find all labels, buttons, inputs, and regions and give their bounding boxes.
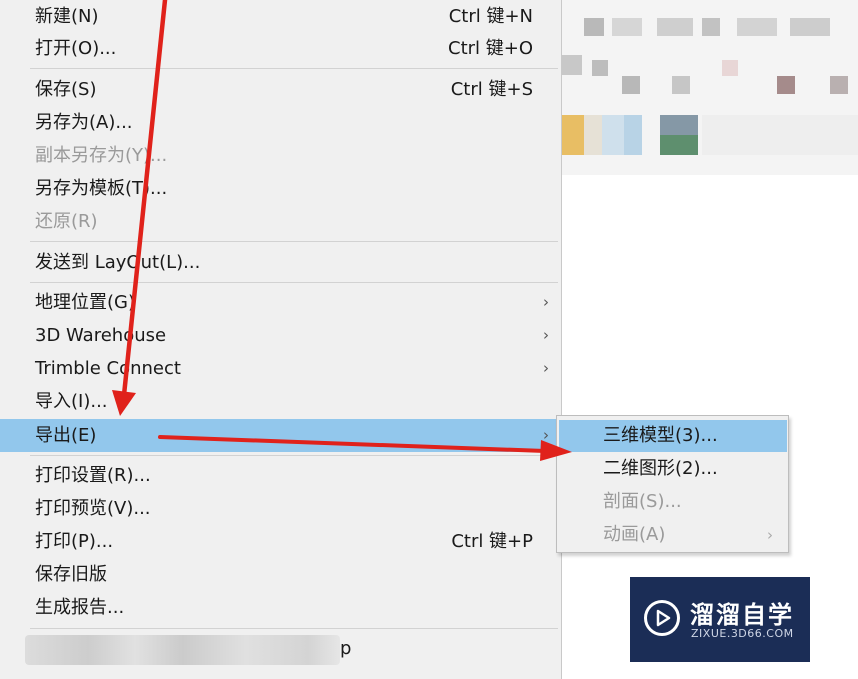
menu-item-label: 生成报告... xyxy=(35,597,125,618)
menu-item-revert: 还原(R) xyxy=(0,205,561,238)
menu-item-label-tail: p xyxy=(340,638,352,659)
menu-item-label: 新建(N) xyxy=(35,6,99,27)
menu-separator xyxy=(30,282,558,283)
blurred-swatch xyxy=(584,115,602,155)
menu-item-label: 打印(P)... xyxy=(35,531,114,552)
menu-item-3d-warehouse[interactable]: 3D Warehouse › xyxy=(0,319,561,352)
menu-item-shortcut: Ctrl 键+N xyxy=(448,6,533,27)
blurred-swatch xyxy=(624,115,642,155)
menu-item-label: Trimble Connect xyxy=(35,358,181,379)
blurred-swatch xyxy=(722,60,738,76)
menu-item-print-preview[interactable]: 打印预览(V)... xyxy=(0,492,561,525)
menu-item-shortcut: Ctrl 键+S xyxy=(450,79,533,100)
blurred-swatch xyxy=(790,18,830,36)
menu-item-save-as-template[interactable]: 另存为模板(T)... xyxy=(0,172,561,205)
menu-item-label: 导出(E) xyxy=(35,425,97,446)
blurred-swatch xyxy=(602,115,624,155)
menu-item-label: 发送到 LayOut(L)... xyxy=(35,252,201,273)
blurred-swatch xyxy=(702,115,858,155)
blurred-swatch xyxy=(562,55,582,75)
menu-item-open[interactable]: 打开(O)... Ctrl 键+O xyxy=(0,32,561,65)
chevron-right-icon: › xyxy=(767,526,773,544)
blurred-swatch xyxy=(562,115,584,155)
menu-item-blurred[interactable]: p xyxy=(0,632,561,665)
menu-item-save-copy-as: 副本另存为(Y)... xyxy=(0,139,561,172)
submenu-item-label: 剖面(S)... xyxy=(603,491,682,512)
blurred-swatch xyxy=(672,76,690,94)
chevron-right-icon: › xyxy=(543,359,549,377)
menu-item-import[interactable]: 导入(I)... xyxy=(0,385,561,418)
submenu-item-section: 剖面(S)... xyxy=(559,486,787,518)
menu-item-save-as[interactable]: 另存为(A)... xyxy=(0,106,561,139)
menu-item-label: 打开(O)... xyxy=(35,38,117,59)
menu-item-trimble-connect[interactable]: Trimble Connect › xyxy=(0,352,561,385)
play-circle-icon xyxy=(644,600,680,636)
menu-item-label: 还原(R) xyxy=(35,211,98,232)
watermark-title: 溜溜自学 xyxy=(690,601,794,629)
blurred-swatch xyxy=(612,18,642,36)
menu-item-label: 另存为模板(T)... xyxy=(35,178,168,199)
blurred-swatch xyxy=(622,76,640,94)
blurred-toolbar-area xyxy=(562,0,858,175)
submenu-item-animation: 动画(A) › xyxy=(559,519,787,551)
menu-item-geo-location[interactable]: 地理位置(G) › xyxy=(0,286,561,319)
menu-item-label: 地理位置(G) xyxy=(35,292,135,313)
menu-item-label: 保存旧版 xyxy=(35,564,107,585)
submenu-item-2d-graphic[interactable]: 二维图形(2)... xyxy=(559,453,787,485)
blurred-swatch xyxy=(777,76,795,94)
export-submenu: 三维模型(3)... 二维图形(2)... 剖面(S)... 动画(A) › xyxy=(556,415,789,553)
menu-item-label: 另存为(A)... xyxy=(35,112,133,133)
blurred-swatch xyxy=(592,60,608,76)
chevron-right-icon: › xyxy=(543,326,549,344)
menu-item-send-to-layout[interactable]: 发送到 LayOut(L)... xyxy=(0,246,561,279)
menu-item-print[interactable]: 打印(P)... Ctrl 键+P xyxy=(0,525,561,558)
submenu-item-label: 动画(A) xyxy=(603,524,666,545)
watermark-logo: 溜溜自学 ZIXUE.3D66.COM xyxy=(630,577,810,662)
submenu-item-label: 二维图形(2)... xyxy=(603,458,718,479)
blurred-swatch xyxy=(830,76,848,94)
menu-item-export[interactable]: 导出(E) › xyxy=(0,419,561,452)
menu-item-label: 3D Warehouse xyxy=(35,325,167,346)
menu-separator xyxy=(30,628,558,629)
menu-item-label: 导入(I)... xyxy=(35,391,108,412)
menu-item-label: 打印预览(V)... xyxy=(35,498,151,519)
menu-item-print-setup[interactable]: 打印设置(R)... xyxy=(0,459,561,492)
blurred-swatch xyxy=(702,18,720,36)
menu-separator xyxy=(30,455,558,456)
menu-separator xyxy=(30,241,558,242)
submenu-item-3d-model[interactable]: 三维模型(3)... xyxy=(559,420,787,452)
blurred-swatch xyxy=(660,135,698,155)
watermark-subtitle: ZIXUE.3D66.COM xyxy=(691,627,794,640)
menu-item-label: 保存(S) xyxy=(35,79,97,100)
menu-item-shortcut: Ctrl 键+O xyxy=(448,38,533,59)
chevron-right-icon: › xyxy=(543,293,549,311)
blurred-swatch xyxy=(737,18,777,36)
blurred-swatch xyxy=(660,115,698,135)
menu-item-label: 打印设置(R)... xyxy=(35,465,151,486)
menu-item-save[interactable]: 保存(S) Ctrl 键+S xyxy=(0,73,561,106)
menu-item-generate-report[interactable]: 生成报告... xyxy=(0,591,561,624)
file-menu: 新建(N) Ctrl 键+N 打开(O)... Ctrl 键+O 保存(S) C… xyxy=(0,0,562,679)
menu-item-shortcut: Ctrl 键+P xyxy=(451,531,533,552)
blurred-swatch xyxy=(657,18,693,36)
menu-separator xyxy=(30,68,558,69)
menu-item-save-legacy[interactable]: 保存旧版 xyxy=(0,558,561,591)
menu-item-label: 副本另存为(Y)... xyxy=(35,145,168,166)
chevron-right-icon: › xyxy=(543,426,549,444)
submenu-item-label: 三维模型(3)... xyxy=(603,425,718,446)
menu-item-new[interactable]: 新建(N) Ctrl 键+N xyxy=(0,0,561,33)
blurred-label xyxy=(25,635,340,665)
blurred-swatch xyxy=(584,18,604,36)
